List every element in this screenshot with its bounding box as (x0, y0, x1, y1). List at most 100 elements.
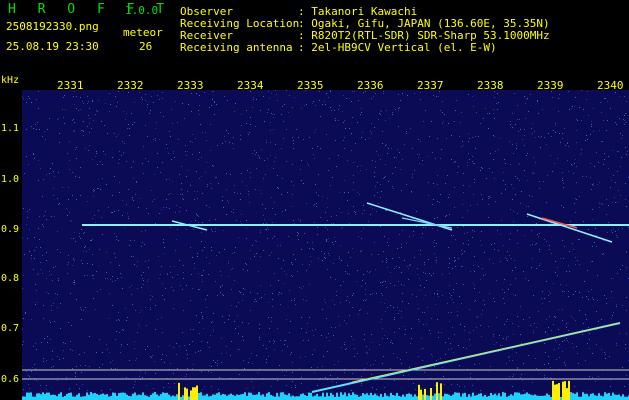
noise-floor-bar (524, 393, 526, 400)
noise-speck (401, 363, 402, 364)
noise-speck (343, 95, 344, 96)
noise-speck (530, 245, 531, 246)
noise-speck (455, 260, 456, 261)
noise-speck (102, 352, 103, 353)
noise-speck (611, 291, 612, 292)
noise-speck (201, 312, 202, 313)
noise-speck (198, 273, 199, 274)
noise-speck (87, 263, 88, 264)
noise-speck (22, 288, 23, 289)
noise-speck (358, 314, 359, 315)
noise-speck (524, 135, 525, 136)
noise-speck (323, 356, 324, 357)
noise-speck (562, 138, 563, 139)
noise-speck (247, 170, 248, 171)
noise-speck (163, 239, 164, 240)
noise-speck (24, 254, 25, 255)
noise-speck (497, 230, 498, 231)
noise-speck (134, 341, 135, 342)
noise-speck (52, 351, 53, 352)
noise-speck (590, 177, 591, 178)
noise-speck (578, 363, 579, 364)
noise-speck (267, 112, 268, 113)
noise-speck (28, 164, 29, 165)
noise-speck (420, 141, 421, 142)
noise-speck (186, 155, 187, 156)
noise-speck (611, 230, 612, 231)
noise-speck (517, 105, 518, 106)
noise-floor-bar (196, 385, 198, 400)
noise-speck (565, 145, 566, 146)
noise-speck (171, 287, 172, 288)
noise-speck (429, 330, 430, 331)
noise-floor-bar (280, 392, 282, 400)
noise-speck (423, 348, 424, 349)
noise-speck (364, 339, 365, 340)
noise-speck (281, 114, 282, 115)
noise-floor-bar (134, 392, 136, 400)
noise-speck (38, 228, 39, 229)
noise-speck (463, 243, 464, 244)
noise-speck (202, 281, 203, 282)
noise-speck (166, 179, 167, 180)
noise-speck (564, 291, 565, 292)
noise-speck (211, 322, 212, 323)
noise-floor-bar (194, 387, 196, 400)
noise-speck (170, 136, 171, 137)
noise-speck (97, 188, 98, 189)
noise-speck (482, 168, 483, 169)
noise-floor-bar (620, 396, 622, 400)
noise-speck (43, 226, 44, 227)
noise-speck (201, 371, 202, 372)
noise-speck (166, 207, 167, 208)
noise-speck (58, 204, 59, 205)
noise-speck (216, 255, 217, 256)
noise-speck (607, 120, 608, 121)
noise-speck (142, 377, 143, 378)
noise-speck (330, 91, 331, 92)
noise-speck (392, 186, 393, 187)
noise-speck (73, 96, 74, 97)
noise-speck (153, 388, 154, 389)
noise-floor-bar (574, 393, 576, 400)
noise-speck (259, 337, 260, 338)
noise-speck (459, 386, 460, 387)
noise-speck (626, 310, 627, 311)
noise-speck (143, 284, 144, 285)
noise-speck (112, 212, 113, 213)
noise-speck (450, 297, 451, 298)
noise-speck (23, 341, 24, 342)
noise-speck (240, 221, 241, 222)
noise-speck (260, 285, 261, 286)
noise-speck (620, 133, 621, 134)
noise-speck (410, 128, 411, 129)
noise-speck (376, 389, 377, 390)
noise-speck (199, 105, 200, 106)
noise-floor-bar (66, 393, 68, 400)
noise-speck (220, 286, 221, 287)
noise-speck (551, 223, 552, 224)
noise-speck (575, 264, 576, 265)
noise-speck (575, 291, 576, 292)
noise-speck (80, 109, 81, 110)
noise-speck (507, 260, 508, 261)
noise-speck (73, 282, 74, 283)
noise-speck (261, 297, 262, 298)
noise-speck (55, 266, 56, 267)
noise-speck (233, 209, 234, 210)
noise-speck (587, 270, 588, 271)
noise-speck (84, 275, 85, 276)
noise-speck (595, 228, 596, 229)
noise-speck (388, 245, 389, 246)
noise-speck (476, 112, 477, 113)
noise-speck (59, 203, 60, 204)
noise-speck (318, 174, 319, 175)
noise-speck (53, 267, 54, 268)
noise-speck (97, 164, 98, 165)
noise-floor-bar (70, 392, 72, 400)
noise-speck (453, 235, 454, 236)
noise-speck (213, 360, 214, 361)
noise-speck (592, 261, 593, 262)
noise-speck (65, 343, 66, 344)
noise-speck (275, 144, 276, 145)
